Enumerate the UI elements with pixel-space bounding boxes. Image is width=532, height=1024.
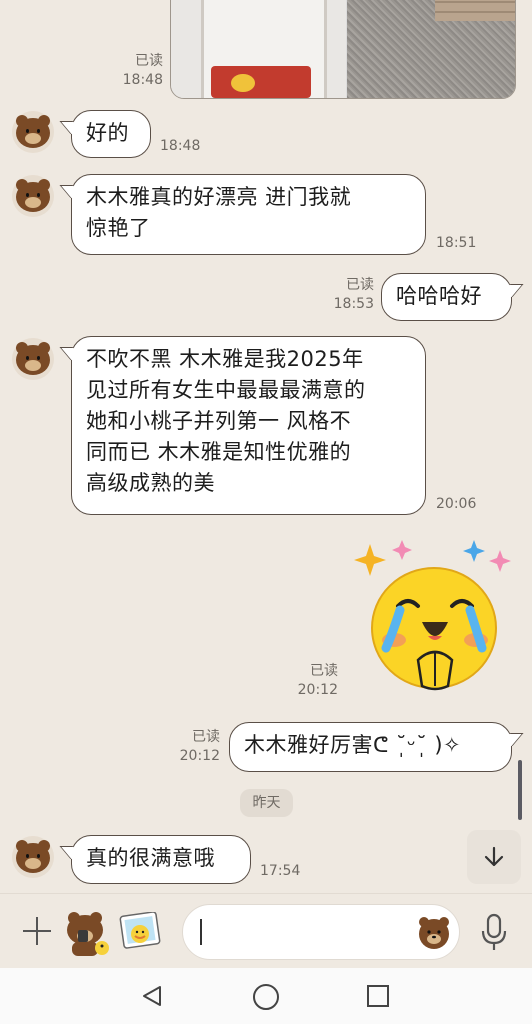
message-bubble-incoming[interactable]: 真的很满意哦 — [71, 835, 251, 884]
message-bubble-incoming[interactable]: 不吹不黑 木木雅是我2025年 见过所有女生中最最最满意的 她和小桃子并列第一 … — [71, 336, 426, 515]
message-time: 18:51 — [436, 235, 477, 251]
contact-avatar[interactable] — [12, 111, 54, 153]
read-receipt: 已读 20:12 — [297, 663, 338, 698]
arrow-down-icon — [484, 846, 504, 867]
text-caret — [200, 919, 202, 945]
message-bubble-incoming[interactable]: 木木雅真的好漂亮 进门我就 惊艳了 — [71, 174, 426, 255]
bear-emoji-icon[interactable] — [62, 908, 110, 956]
recent-apps-icon[interactable] — [367, 985, 389, 1007]
sticker-icon[interactable] — [118, 912, 164, 952]
image-message[interactable] — [170, 0, 516, 99]
message-time: 17:54 — [260, 863, 301, 879]
message-time: 18:48 — [160, 138, 201, 154]
message-bubble-incoming[interactable]: 好的 — [71, 110, 151, 158]
message-bubble-outgoing[interactable]: 哈哈哈好 — [381, 273, 512, 321]
back-icon[interactable] — [140, 984, 164, 1008]
home-icon[interactable] — [253, 984, 279, 1010]
plus-icon[interactable] — [20, 914, 54, 948]
contact-avatar[interactable] — [12, 175, 54, 217]
microphone-icon[interactable] — [478, 912, 510, 952]
read-receipt: 已读 20:12 — [179, 729, 220, 764]
bear-face-icon[interactable] — [416, 914, 452, 950]
photo-doorway — [171, 0, 346, 98]
date-separator: 昨天 — [240, 789, 293, 817]
message-bubble-outgoing[interactable]: 木木雅好厉害ᕦ ˘̩ᵕ˘̩ )✧ — [229, 722, 512, 772]
contact-avatar[interactable] — [12, 338, 54, 380]
crying-face-sticker[interactable] — [352, 540, 512, 700]
scrollbar[interactable] — [518, 760, 522, 820]
photo-gravel — [347, 0, 515, 98]
chat-area[interactable]: 已读 18:48 好的 18:48 木木雅真的好漂亮 进门我就 惊艳了 18:5… — [0, 0, 532, 893]
read-receipt: 已读 18:48 — [122, 53, 163, 88]
read-receipt: 已读 18:53 — [333, 277, 374, 312]
scroll-to-bottom-button[interactable] — [467, 830, 521, 884]
contact-avatar[interactable] — [12, 836, 54, 878]
message-time: 20:06 — [436, 496, 477, 512]
